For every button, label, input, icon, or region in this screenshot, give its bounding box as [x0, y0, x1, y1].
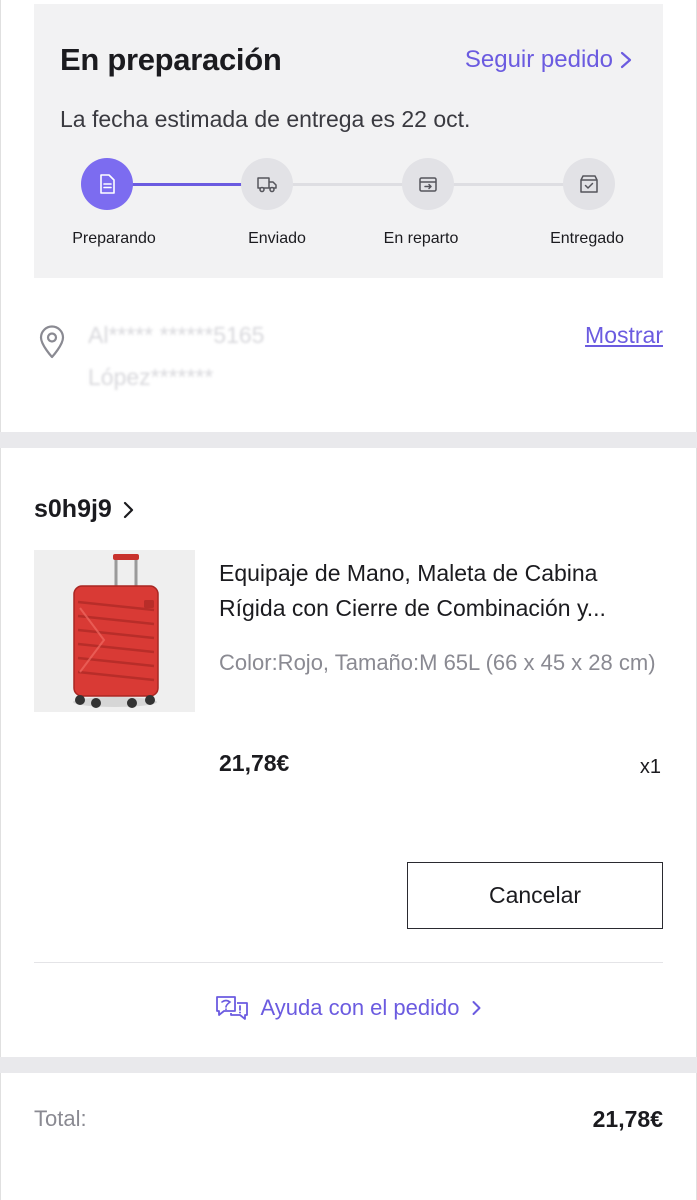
- product-title[interactable]: Equipaje de Mano, Maleta de Cabina Rígid…: [219, 556, 669, 626]
- step-shipped-label: Enviado: [248, 230, 306, 247]
- address-surname-masked: López*******: [88, 364, 214, 390]
- step-preparing-label: Preparando: [72, 230, 156, 247]
- delivery-box-icon: [419, 177, 437, 192]
- section-divider: [0, 432, 697, 448]
- show-address-link[interactable]: Mostrar: [585, 322, 663, 349]
- store-link[interactable]: s0h9j9: [34, 495, 135, 524]
- product-quantity: x1: [639, 756, 661, 778]
- chevron-right-icon: [123, 501, 133, 518]
- cancel-order-button[interactable]: Cancelar: [407, 862, 663, 929]
- total-label: Total:: [34, 1106, 87, 1131]
- step-preparing-dot: [81, 158, 133, 210]
- package-check-icon: [580, 175, 598, 193]
- chat-help-icon: [215, 996, 248, 1020]
- product-price: 21,78€: [219, 750, 290, 776]
- red-suitcase-image: [34, 550, 195, 712]
- section-divider: [0, 1057, 697, 1073]
- chevron-right-icon: [472, 1001, 481, 1015]
- product-variant: Color:Rojo, Tamaño:M 65L (66 x 45 x 28 c…: [219, 650, 656, 675]
- help-divider: [34, 962, 663, 963]
- step-delivered-dot: [563, 158, 615, 210]
- shipping-address: Al***** ******5165 López******* Mostrar: [34, 318, 663, 408]
- total-value: 21,78€: [592, 1106, 663, 1132]
- order-help-label: Ayuda con el pedido: [260, 995, 460, 1020]
- step-out-for-delivery-dot: [402, 158, 454, 210]
- order-help-link[interactable]: Ayuda con el pedido: [0, 994, 697, 1022]
- document-icon: [100, 174, 115, 194]
- truck-icon: [257, 177, 277, 193]
- chevron-right-icon: [620, 51, 632, 69]
- track-order-label: Seguir pedido: [464, 46, 613, 73]
- status-title: En preparación: [60, 42, 282, 77]
- step-out-for-delivery-label: En reparto: [383, 230, 459, 247]
- delivery-estimate: La fecha estimada de entrega es 22 oct.: [60, 106, 471, 132]
- step-shipped-dot: [241, 158, 293, 210]
- product-image[interactable]: [34, 550, 195, 712]
- store-name: s0h9j9: [34, 495, 112, 523]
- step-delivered-label: Entregado: [550, 230, 624, 247]
- track-order-link[interactable]: Seguir pedido: [465, 46, 633, 74]
- address-name-masked: Al***** ******5165: [88, 322, 265, 348]
- shipping-stepper: Preparando Enviado En reparto Entregado: [34, 154, 663, 264]
- order-status-card: En preparación Seguir pedido La fecha es…: [34, 4, 663, 278]
- location-pin-icon: [39, 325, 65, 359]
